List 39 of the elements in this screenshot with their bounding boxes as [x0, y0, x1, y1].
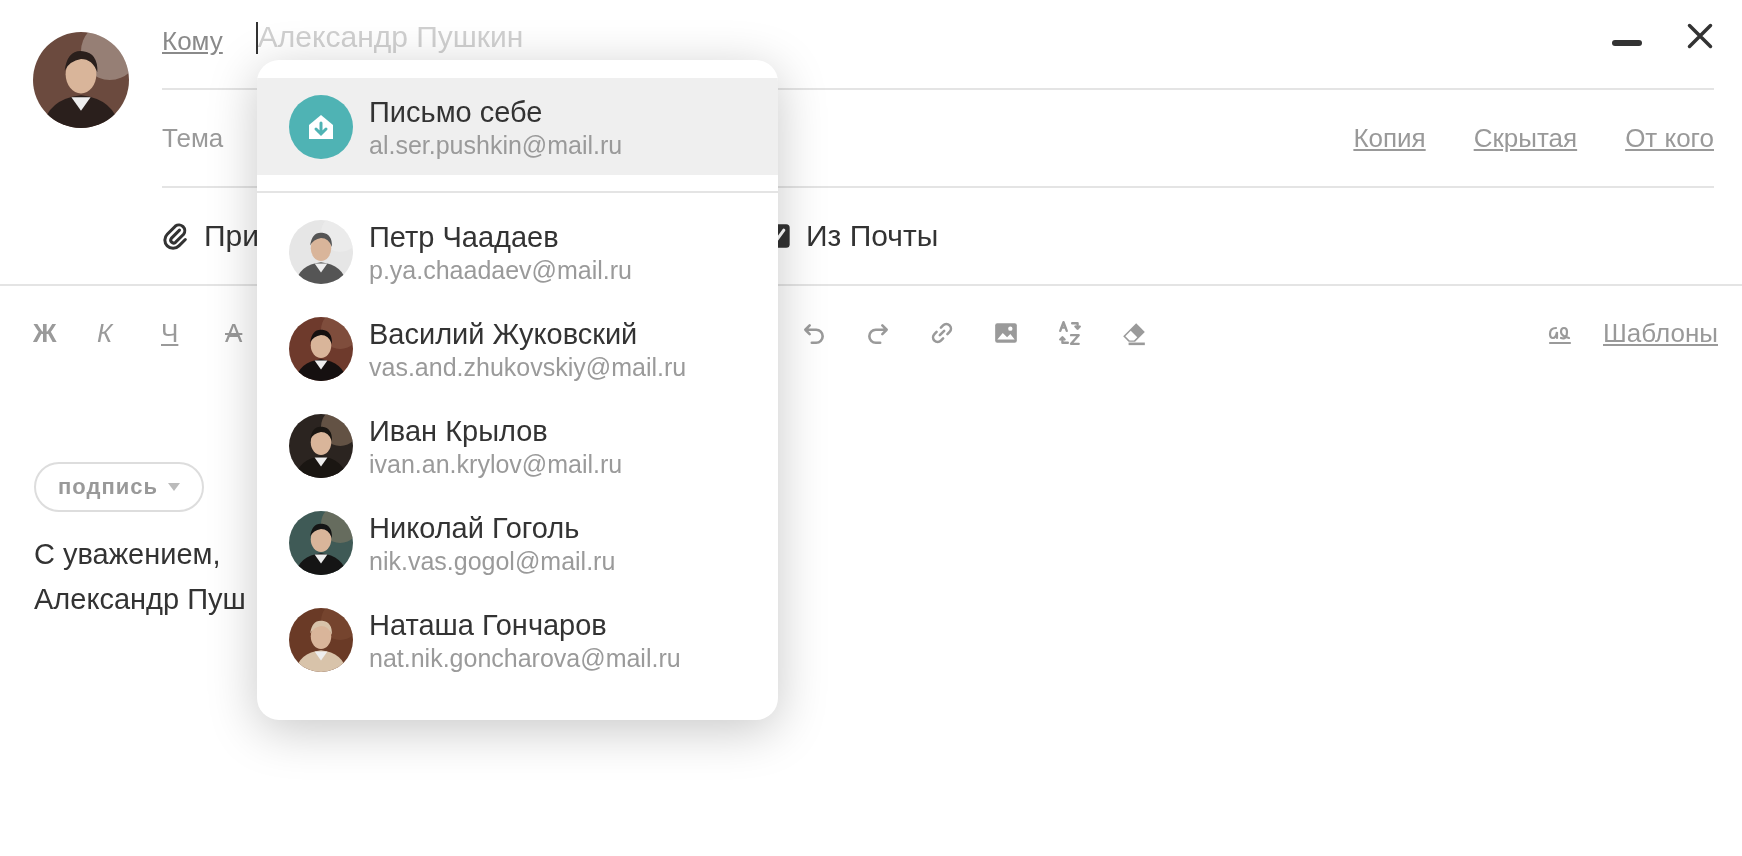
contact-name: Петр Чаадаев: [369, 219, 560, 255]
contact-name: Николай Гоголь: [369, 510, 581, 546]
field-link[interactable]: От кого: [1625, 122, 1714, 154]
templates-link[interactable]: Шаблоны: [1603, 317, 1718, 349]
contact-email: p.ya.chaadaev@mail.ru: [369, 254, 632, 285]
link-icon[interactable]: [929, 320, 955, 346]
minimize-icon[interactable]: [1612, 40, 1642, 46]
subject-label: Тема: [162, 122, 224, 154]
contact-email: nat.nik.goncharova@mail.ru: [369, 642, 681, 673]
format-button[interactable]: К: [97, 317, 161, 349]
contact-email: vas.and.zhukovskiy@mail.ru: [369, 351, 687, 382]
contact-name: Иван Крылов: [369, 413, 549, 449]
format-button[interactable]: Ж: [33, 317, 97, 349]
signature-text: Александр Пуш: [34, 582, 246, 617]
suggestion-item[interactable]: Николай Гоголь nik.vas.gogol@mail.ru: [257, 494, 778, 591]
inbox-icon: [289, 94, 353, 159]
suggestion-item[interactable]: Письмо себе al.ser.pushkin@mail.ru: [257, 78, 778, 175]
signature-text: С уважением,: [34, 537, 221, 572]
suggestion-item[interactable]: Петр Чаадаев p.ya.chaadaev@mail.ru: [257, 203, 778, 300]
contact-name: Письмо себе: [369, 94, 544, 130]
contact-name: Наташа Гончаров: [369, 607, 608, 643]
signature-button[interactable]: подпись: [34, 462, 204, 512]
contact-email: nik.vas.gogol@mail.ru: [369, 545, 616, 576]
image-icon[interactable]: [993, 320, 1019, 346]
format-button[interactable]: Ч: [161, 317, 225, 349]
close-icon[interactable]: [1686, 22, 1714, 50]
field-link[interactable]: Копия: [1353, 122, 1426, 154]
to-label[interactable]: Кому: [162, 26, 223, 57]
attach-label[interactable]: Из Почты: [806, 219, 939, 253]
contact-email: ivan.an.krylov@mail.ru: [369, 448, 623, 479]
suggestion-item[interactable]: Василий Жуковский vas.and.zhukovskiy@mail.ru: [257, 300, 778, 397]
suggestion-item[interactable]: Наташа Гончаров nat.nik.goncharova@mail.ru: [257, 591, 778, 688]
dropdown-caret-icon: [168, 483, 180, 491]
suggestion-item[interactable]: Иван Крылов ivan.an.krylov@mail.ru: [257, 397, 778, 494]
field-link[interactable]: Скрытая: [1473, 122, 1578, 154]
contact-name: Василий Жуковский: [369, 316, 639, 352]
translate-icon[interactable]: [1057, 320, 1083, 346]
paperclip-icon: [162, 222, 190, 250]
contact-email: al.ser.pushkin@mail.ru: [369, 129, 623, 160]
